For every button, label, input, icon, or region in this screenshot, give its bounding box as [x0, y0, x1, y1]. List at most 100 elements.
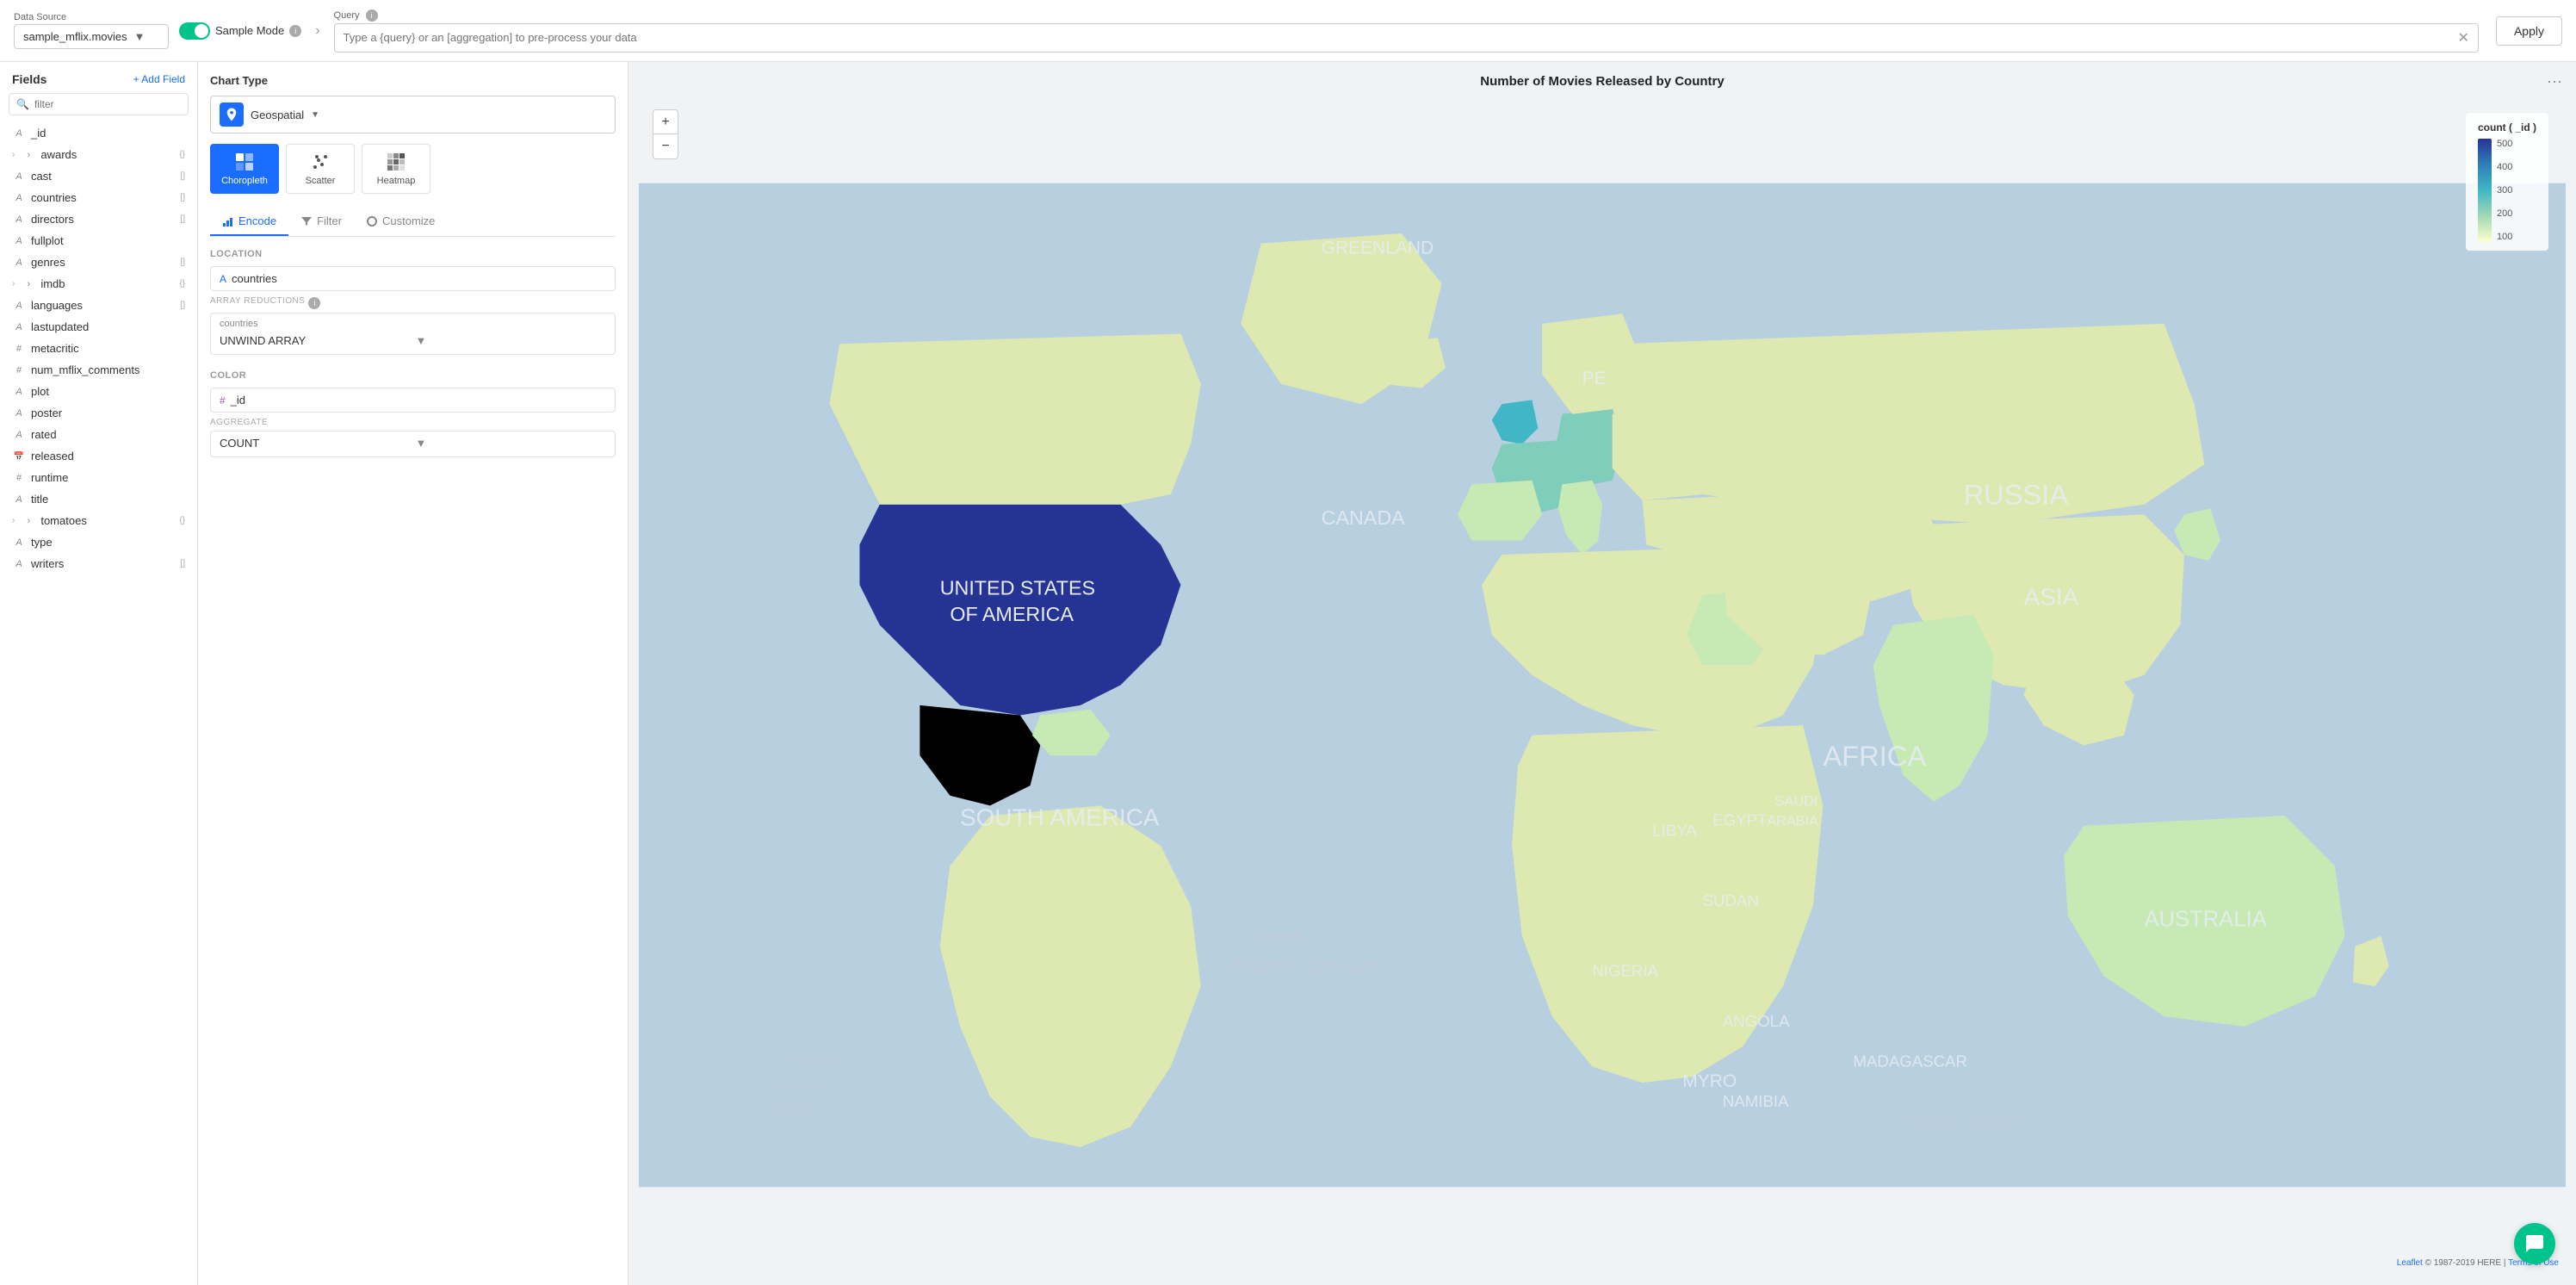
svg-text:SAUDI: SAUDI — [1774, 793, 1817, 809]
field-badge: {} — [179, 150, 185, 159]
legend-label-400: 400 — [2497, 162, 2512, 172]
field-name: metacritic — [31, 342, 185, 355]
field-badge: [] — [180, 559, 185, 568]
field-item-f_tomatoes[interactable]: › › tomatoes {} — [0, 510, 197, 531]
field-type-icon: A — [12, 387, 26, 397]
chart-type-select[interactable]: Geospatial ▼ — [210, 96, 616, 133]
field-name: lastupdated — [31, 320, 185, 333]
chart-type-name: Geospatial — [251, 109, 304, 121]
field-item-f_fullplot[interactable]: A fullplot — [0, 230, 197, 251]
svg-text:SOUTH AMERICA: SOUTH AMERICA — [960, 804, 1160, 831]
aggregate-arrow-icon: ▼ — [416, 437, 607, 450]
datasource-select[interactable]: sample_mflix.movies ▼ — [14, 24, 169, 49]
sample-mode-toggle[interactable] — [179, 22, 210, 40]
field-type-icon: A — [12, 193, 26, 203]
chart-title: Number of Movies Released by Country — [1480, 74, 1724, 89]
map-zoom-controls: + − — [653, 109, 678, 159]
field-item-f_runtime[interactable]: # runtime — [0, 467, 197, 488]
chart-more-button[interactable]: ··· — [2547, 72, 2562, 90]
query-info-icon[interactable]: i — [366, 9, 378, 22]
field-item-f_released[interactable]: 📅 released — [0, 445, 197, 467]
search-wrap: 🔍 — [0, 93, 197, 122]
query-input-wrap: ✕ — [334, 23, 2479, 53]
field-name: cast — [31, 170, 175, 183]
leaflet-link[interactable]: Leaflet — [2397, 1258, 2423, 1268]
field-type-icon: A — [12, 171, 26, 182]
location-field-name: countries — [232, 272, 606, 285]
aggregate-select[interactable]: COUNT ▼ — [211, 433, 615, 455]
legend-gradient — [2478, 139, 2492, 242]
country-central-asia — [1753, 481, 1934, 601]
field-item-f_poster[interactable]: A poster — [0, 402, 197, 424]
field-item-f_countries[interactable]: A countries [] — [0, 187, 197, 208]
legend-labels: 500 400 300 200 100 — [2497, 139, 2512, 242]
legend-title: count ( _id ) — [2478, 121, 2536, 133]
field-item-f_rated[interactable]: A rated — [0, 424, 197, 445]
tab-filter[interactable]: Filter — [288, 208, 354, 236]
sample-mode-label: Sample Mode — [215, 24, 284, 37]
location-field-chip: A countries — [210, 266, 616, 291]
add-field-button[interactable]: + Add Field — [133, 73, 185, 85]
field-name: plot — [31, 385, 185, 398]
field-item-f_id[interactable]: A _id — [0, 122, 197, 144]
field-item-f_directors[interactable]: A directors [] — [0, 208, 197, 230]
country-germany — [1552, 408, 1623, 488]
field-item-f_awards[interactable]: › › awards {} — [0, 144, 197, 165]
field-badge: {} — [179, 279, 185, 289]
svg-text:ASIA: ASIA — [2024, 583, 2079, 610]
field-name: tomatoes — [40, 514, 174, 527]
fields-search-input[interactable] — [34, 98, 181, 110]
chart-btn-scatter[interactable]: Scatter — [286, 144, 355, 194]
sample-mode-section: Sample Mode i — [179, 22, 301, 40]
field-type-icon: › — [22, 150, 35, 160]
legend-label-100: 100 — [2497, 232, 2512, 242]
chat-bubble[interactable] — [2514, 1223, 2555, 1264]
field-item-f_title[interactable]: A title — [0, 488, 197, 510]
array-reductions-info-icon[interactable]: i — [308, 297, 320, 309]
legend-label-300: 300 — [2497, 185, 2512, 196]
field-item-f_num_mflix[interactable]: # num_mflix_comments — [0, 359, 197, 381]
field-name: title — [31, 493, 185, 506]
apply-button[interactable]: Apply — [2496, 16, 2562, 46]
chat-icon — [2524, 1233, 2545, 1254]
field-type-icon: A — [12, 559, 26, 569]
svg-text:NIGERIA: NIGERIA — [1592, 962, 1658, 980]
chart-btn-heatmap[interactable]: Heatmap — [362, 144, 430, 194]
tab-encode[interactable]: Encode — [210, 208, 288, 236]
tab-customize[interactable]: Customize — [354, 208, 447, 236]
zoom-in-button[interactable]: + — [653, 110, 678, 134]
top-bar: Data Source sample_mflix.movies ▼ Sample… — [0, 0, 2576, 62]
chart-type-title: Chart Type — [210, 74, 616, 87]
query-input[interactable] — [344, 31, 2451, 44]
query-clear-button[interactable]: ✕ — [2458, 29, 2469, 47]
field-item-f_type[interactable]: A type — [0, 531, 197, 553]
svg-text:NAMIBIA: NAMIBIA — [1723, 1092, 1789, 1110]
field-item-f_imdb[interactable]: › › imdb {} — [0, 273, 197, 295]
field-name: countries — [31, 191, 175, 204]
field-name: awards — [40, 148, 174, 161]
chevron-right-icon: › — [315, 23, 319, 39]
sidebar-title: Fields — [12, 72, 46, 86]
array-reductions-label: ARRAY REDUCTIONS — [210, 296, 305, 306]
svg-text:UNITED STATES: UNITED STATES — [940, 577, 1095, 599]
field-expand-icon: › — [12, 279, 15, 289]
reduction-value: UNWIND ARRAY — [220, 334, 411, 347]
reduction-select[interactable]: UNWIND ARRAY ▼ — [211, 331, 615, 352]
field-item-f_writers[interactable]: A writers [] — [0, 553, 197, 574]
zoom-out-button[interactable]: − — [653, 134, 678, 158]
svg-text:AFRICA: AFRICA — [1823, 740, 1926, 772]
field-item-f_plot[interactable]: A plot — [0, 381, 197, 402]
country-canada — [829, 334, 1200, 505]
field-item-f_metacritic[interactable]: # metacritic — [0, 338, 197, 359]
chart-btn-choropleth[interactable]: Choropleth — [210, 144, 279, 194]
query-label: Query i — [334, 9, 2479, 22]
chart-title-bar: Number of Movies Released by Country ··· — [629, 62, 2576, 96]
field-badge: [] — [180, 171, 185, 181]
field-item-f_genres[interactable]: A genres [] — [0, 251, 197, 273]
field-item-f_cast[interactable]: A cast [] — [0, 165, 197, 187]
field-item-f_lastupdated[interactable]: A lastupdated — [0, 316, 197, 338]
sample-mode-info-icon[interactable]: i — [289, 25, 301, 37]
world-map-svg[interactable]: SOUTH AMERICA AFRICA RUSSIA ASIA CANADA … — [639, 96, 2566, 1275]
field-expand-icon: › — [12, 516, 15, 525]
field-item-f_languages[interactable]: A languages [] — [0, 295, 197, 316]
